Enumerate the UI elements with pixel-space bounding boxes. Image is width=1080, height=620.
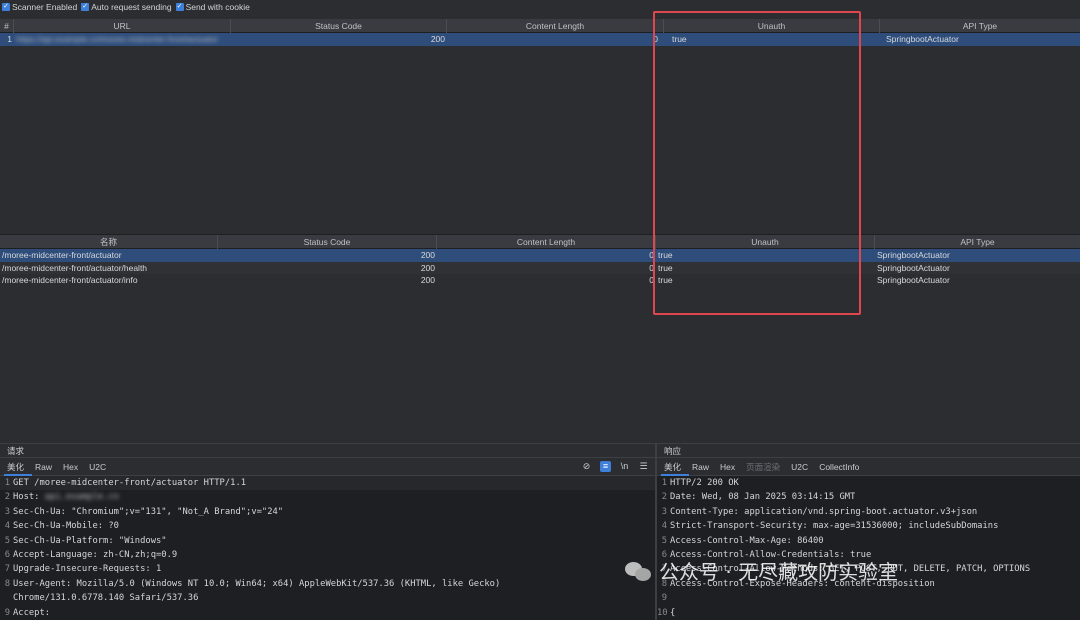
response-tab-render[interactable]: 页面渲染 [743, 458, 788, 476]
newline-toggle-icon[interactable]: \n [619, 461, 630, 472]
request-panel: 请求 美化 Raw Hex U2C ⊘ ≡ \n ☰ 1 GET /moree-m… [0, 443, 655, 620]
column-header-name[interactable]: 名称 [0, 235, 218, 249]
code-line: 5 Sec-Ch-Ua-Platform: "Windows" [4, 535, 167, 546]
column-header-unauth[interactable]: Unauth [656, 235, 875, 249]
code-line: 10{ [657, 607, 676, 618]
code-line: 9 [661, 593, 667, 604]
table-row[interactable]: /moree-midcenter-front/actuator/health 2… [0, 261, 1080, 274]
auto-request-sending-label: Auto request sending [91, 2, 172, 12]
column-header-api-type[interactable]: API Type [880, 19, 1080, 33]
request-editor[interactable]: 1 GET /moree-midcenter-front/actuator HTT… [0, 476, 655, 620]
response-tabs: 美化 Raw Hex 页面渲染 U2C CollectInfo [657, 458, 1080, 476]
response-tab-raw[interactable]: Raw [689, 458, 717, 476]
request-tab-hex[interactable]: Hex [60, 458, 86, 476]
code-line: 4 Strict-Transport-Security: max-age=3153… [661, 521, 999, 532]
row-content-length: 0 [649, 250, 654, 260]
code-line: Chrome/131.0.6778.140 Safari/537.36 [13, 593, 199, 604]
request-tab-u2c[interactable]: U2C [86, 458, 114, 476]
column-header-unauth[interactable]: Unauth [664, 19, 880, 33]
response-panel: 响应 美化 Raw Hex 页面渲染 U2C CollectInfo 1 HTTP… [657, 443, 1080, 620]
send-with-cookie-checkbox[interactable]: ✓ Send with cookie [175, 2, 250, 12]
checkbox-checked-icon: ✓ [2, 3, 10, 11]
response-tab-u2c[interactable]: U2C [788, 458, 816, 476]
row-api-type: SpringbootActuator [877, 250, 950, 260]
scanner-enabled-label: Scanner Enabled [12, 2, 78, 12]
row-name: /moree-midcenter-front/actuator/health [2, 262, 148, 273]
scanner-toolbar: ✓ Scanner Enabled ✓ Auto request sending… [0, 0, 1080, 14]
code-line: 1 HTTP/2 200 OK [661, 478, 739, 488]
request-tabs: 美化 Raw Hex U2C ⊘ ≡ \n ☰ [0, 458, 655, 476]
table-row[interactable]: /moree-midcenter-front/actuator/info 200… [0, 274, 1080, 287]
code-line: 4 Sec-Ch-Ua-Mobile: ?0 [4, 521, 119, 532]
code-line: 2 Date: Wed, 08 Jan 2025 03:14:15 GMT [661, 492, 856, 503]
row-unauth: true [672, 34, 687, 44]
row-api-type: SpringbootActuator [886, 34, 959, 44]
response-tab-hex[interactable]: Hex [717, 458, 743, 476]
scan-results-table: # URL Status Code Content Length Unauth … [0, 19, 1080, 231]
scanner-enabled-checkbox[interactable]: ✓ Scanner Enabled [2, 2, 77, 12]
response-tab-pretty[interactable]: 美化 [661, 458, 690, 476]
code-line: 8 User-Agent: Mozilla/5.0 (Windows NT 10.… [4, 578, 501, 589]
column-header-status-code[interactable]: Status Code [218, 235, 437, 249]
request-tab-pretty[interactable]: 美化 [4, 458, 33, 476]
request-view-options: ⊘ ≡ \n ☰ [581, 461, 649, 472]
code-line: 3 Sec-Ch-Ua: "Chromium";v="131", "Not_A B… [4, 506, 284, 517]
table-row[interactable]: /moree-midcenter-front/actuator 200 0 tr… [0, 249, 1080, 262]
row-name: /moree-midcenter-front/actuator [2, 250, 122, 260]
wrap-lines-icon[interactable]: ≡ [600, 461, 611, 472]
row-status-code: 200 [420, 250, 435, 260]
table-row[interactable]: 1 https://api.example.cn/moree-midcenter… [0, 33, 1080, 46]
code-line: 2 Host: api.example.cn [0, 490, 655, 504]
response-editor[interactable]: 1 HTTP/2 200 OK 2 Date: Wed, 08 Jan 2025 0… [657, 476, 1080, 620]
row-api-type: SpringbootActuator [877, 275, 950, 285]
endpoints-table: 名称 Status Code Content Length Unauth API… [0, 234, 1080, 440]
request-tab-raw[interactable]: Raw [32, 458, 60, 476]
send-with-cookie-label: Send with cookie [185, 2, 250, 12]
response-tab-collectinfo[interactable]: CollectInfo [816, 458, 867, 476]
row-status-code: 200 [420, 262, 435, 273]
menu-icon[interactable]: ☰ [638, 461, 649, 472]
wechat-logo-icon [625, 560, 653, 582]
row-unauth: true [658, 262, 673, 273]
code-line: 3 Content-Type: application/vnd.spring-bo… [661, 506, 978, 517]
request-panel-title: 请求 [0, 444, 655, 458]
hide-eye-icon[interactable]: ⊘ [581, 461, 592, 472]
code-line: 1 GET /moree-midcenter-front/actuator HTT… [0, 476, 655, 491]
wechat-watermark: 公众号 · 无尽藏攻防实验室 [625, 556, 898, 585]
response-panel-title: 响应 [657, 444, 1080, 458]
column-header-number[interactable]: # [0, 19, 14, 33]
row-status-code: 200 [430, 34, 445, 44]
column-header-content-length[interactable]: Content Length [447, 19, 664, 33]
checkbox-checked-icon: ✓ [175, 3, 184, 11]
watermark-text: 公众号 · 无尽藏攻防实验室 [659, 560, 899, 584]
column-header-content-length[interactable]: Content Length [437, 235, 656, 249]
column-header-status-code[interactable]: Status Code [231, 19, 447, 33]
row-number: 1 [7, 34, 12, 44]
row-unauth: true [658, 250, 673, 260]
row-content-length: 0 [649, 262, 654, 273]
row-status-code: 200 [420, 275, 435, 285]
host-value: api.example.cn [44, 492, 119, 503]
auto-request-sending-checkbox[interactable]: ✓ Auto request sending [81, 2, 172, 12]
table-header: # URL Status Code Content Length Unauth … [0, 19, 1080, 33]
checkbox-checked-icon: ✓ [81, 3, 90, 11]
code-line: 6 Accept-Language: zh-CN,zh;q=0.9 [4, 549, 178, 560]
code-line: 5 Access-Control-Max-Age: 86400 [661, 535, 824, 546]
row-url: https://api.example.cn/moree-midcenter-f… [16, 34, 219, 44]
code-line: 9 Accept: [4, 607, 51, 618]
row-unauth: true [658, 275, 673, 285]
column-header-api-type[interactable]: API Type [875, 235, 1080, 249]
row-name: /moree-midcenter-front/actuator/info [2, 275, 138, 285]
column-header-url[interactable]: URL [14, 19, 231, 33]
row-api-type: SpringbootActuator [877, 262, 950, 273]
row-content-length: 0 [653, 34, 658, 44]
row-content-length: 0 [649, 275, 654, 285]
code-line: 7 Upgrade-Insecure-Requests: 1 [4, 564, 162, 575]
table-header: 名称 Status Code Content Length Unauth API… [0, 235, 1080, 249]
